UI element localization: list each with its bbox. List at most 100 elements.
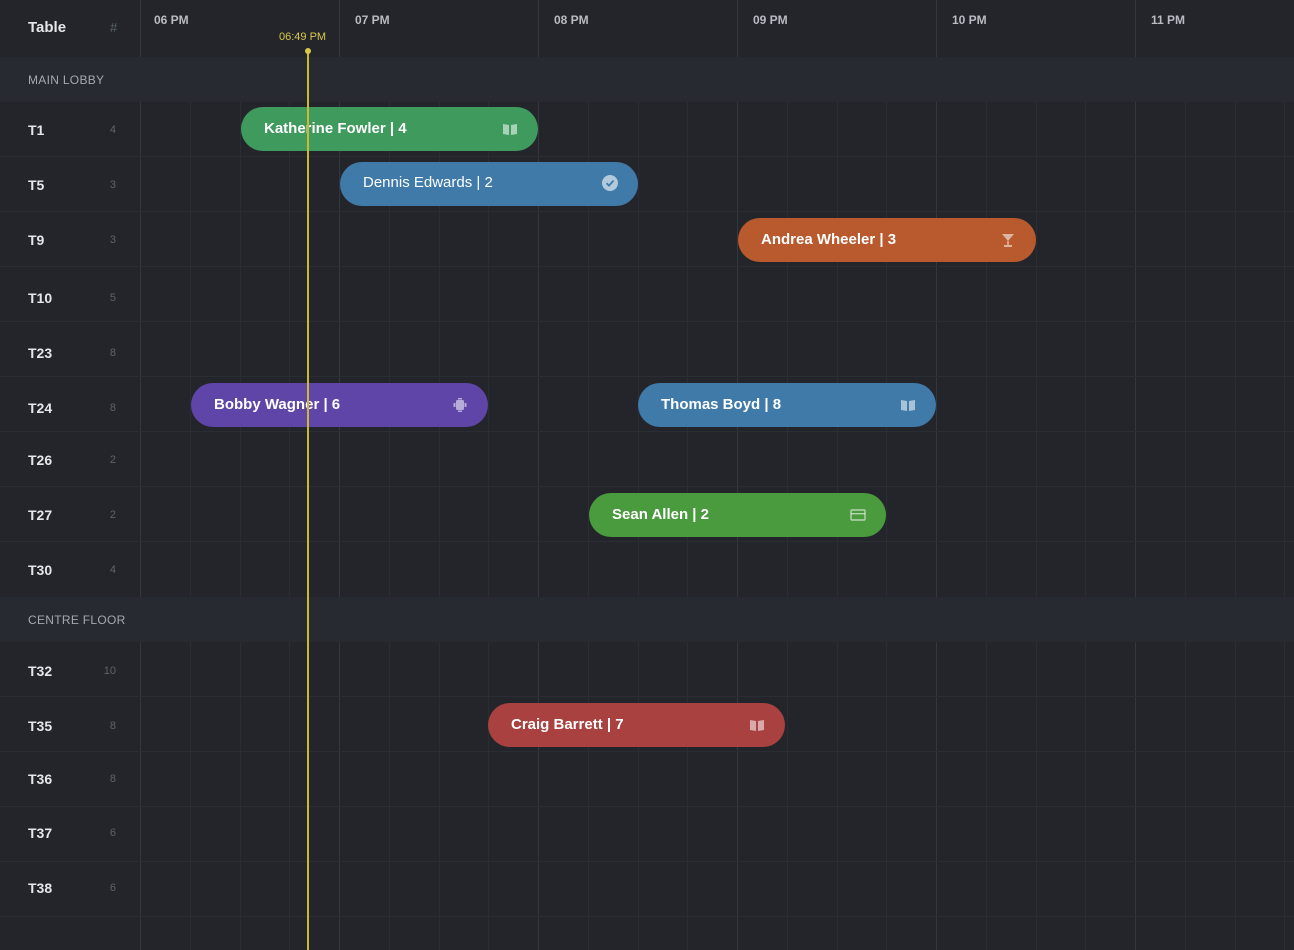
book-icon <box>750 720 764 731</box>
book-icon <box>503 124 517 135</box>
grid-line <box>538 0 539 950</box>
booking-sean-allen[interactable]: Sean Allen | 2 <box>589 493 886 537</box>
table-name: T9 <box>28 232 45 248</box>
table-capacity: 8 <box>109 773 116 785</box>
row-divider <box>0 696 1294 697</box>
grid-line <box>737 0 738 57</box>
booking-label: Sean Allen | 2 <box>612 506 710 523</box>
table-name: T5 <box>28 177 45 193</box>
table-name: T26 <box>28 452 53 468</box>
row-divider <box>0 321 1294 322</box>
section-label: MAIN LOBBY <box>28 73 105 87</box>
hour-label: 07 PM <box>355 13 390 27</box>
table-name: T38 <box>28 880 53 896</box>
booking-label: Craig Barrett | 7 <box>511 716 624 733</box>
booking-thomas-boyd[interactable]: Thomas Boyd | 8 <box>638 383 936 427</box>
booking-dennis-edwards[interactable]: Dennis Edwards | 2 <box>340 162 638 206</box>
grid-line <box>1284 57 1285 950</box>
table-name: T1 <box>28 122 45 138</box>
hour-label: 10 PM <box>952 13 987 27</box>
capacity-column-header: # <box>110 20 118 35</box>
hour-label: 06 PM <box>154 13 189 27</box>
table-name: T35 <box>28 718 53 734</box>
grid-line <box>936 0 937 950</box>
booking-andrea-wheeler[interactable]: Andrea Wheeler | 3 <box>738 218 1036 262</box>
table-name: T32 <box>28 663 53 679</box>
current-time-line <box>307 51 309 950</box>
row-divider <box>0 431 1294 432</box>
section-centre-floor: CENTRE FLOOR <box>0 597 1294 642</box>
booking-label: Andrea Wheeler | 3 <box>761 231 897 248</box>
table-capacity: 3 <box>109 234 116 246</box>
table-capacity: 8 <box>109 347 116 359</box>
row-divider <box>0 486 1294 487</box>
timeline-header: Table # 06 PM 07 PM 08 PM 09 PM 10 PM 11… <box>0 0 1294 57</box>
current-time-label: 06:49 PM <box>279 31 327 43</box>
row-divider <box>0 156 1294 157</box>
row-divider <box>0 541 1294 542</box>
grid-line <box>986 57 987 950</box>
book-icon <box>901 400 915 411</box>
grid-line <box>936 0 937 57</box>
row-divider <box>0 806 1294 807</box>
table-capacity: 8 <box>109 720 116 732</box>
hour-label: 11 PM <box>1151 13 1186 27</box>
grid-line <box>737 0 738 950</box>
grid-line <box>1235 57 1236 950</box>
grid-line <box>289 57 290 950</box>
booking-label: Katherine Fowler | 4 <box>264 120 407 137</box>
card-icon <box>850 509 866 521</box>
grid-line <box>190 57 191 950</box>
row-divider <box>0 751 1294 752</box>
cocktail-icon <box>1002 234 1014 247</box>
table-name: T24 <box>28 400 53 416</box>
booking-label: Bobby Wagner | 6 <box>214 396 341 413</box>
hour-label: 09 PM <box>753 13 788 27</box>
row-divider <box>0 916 1294 917</box>
table-name: T23 <box>28 345 53 361</box>
table-capacity: 6 <box>109 827 116 839</box>
section-label: CENTRE FLOOR <box>28 613 126 627</box>
chair-icon <box>453 398 467 412</box>
grid-line <box>1135 0 1136 57</box>
header-divider <box>140 0 141 57</box>
table-capacity: 2 <box>109 509 116 521</box>
booking-bobby-wagner[interactable]: Bobby Wagner | 6 <box>191 383 488 427</box>
table-capacity: 10 <box>103 665 116 677</box>
booking-katherine-fowler[interactable]: Katherine Fowler | 4 <box>241 107 538 151</box>
row-divider <box>0 211 1294 212</box>
table-capacity: 5 <box>109 292 116 304</box>
table-name: T36 <box>28 771 53 787</box>
grid-line <box>1085 57 1086 950</box>
table-name: T10 <box>28 290 53 306</box>
table-name: T30 <box>28 562 53 578</box>
grid-line <box>240 57 241 950</box>
section-main-lobby: MAIN LOBBY <box>0 57 1294 102</box>
table-capacity: 2 <box>109 454 116 466</box>
table-name: T37 <box>28 825 53 841</box>
booking-craig-barrett[interactable]: Craig Barrett | 7 <box>488 703 785 747</box>
hour-label: 08 PM <box>554 13 589 27</box>
reservation-timeline: Table # 06 PM 07 PM 08 PM 09 PM 10 PM 11… <box>0 0 1294 950</box>
current-time-dot <box>305 48 311 54</box>
row-divider <box>0 266 1294 267</box>
table-name: T27 <box>28 507 53 523</box>
table-capacity: 6 <box>109 882 116 894</box>
sidebar-divider <box>140 0 141 950</box>
grid-line <box>1135 0 1136 950</box>
grid-line <box>1185 57 1186 950</box>
grid-line <box>339 0 340 57</box>
check-circle-icon <box>602 175 618 191</box>
grid-line <box>886 57 887 950</box>
grid-line <box>538 0 539 57</box>
table-capacity: 3 <box>109 179 116 191</box>
table-capacity: 4 <box>109 124 116 136</box>
row-divider <box>0 861 1294 862</box>
booking-label: Thomas Boyd | 8 <box>661 396 782 413</box>
table-column-header: Table <box>28 19 67 36</box>
booking-label: Dennis Edwards | 2 <box>363 174 493 191</box>
table-capacity: 8 <box>109 402 116 414</box>
row-divider <box>0 376 1294 377</box>
grid-line <box>1036 57 1037 950</box>
table-capacity: 4 <box>109 564 116 576</box>
